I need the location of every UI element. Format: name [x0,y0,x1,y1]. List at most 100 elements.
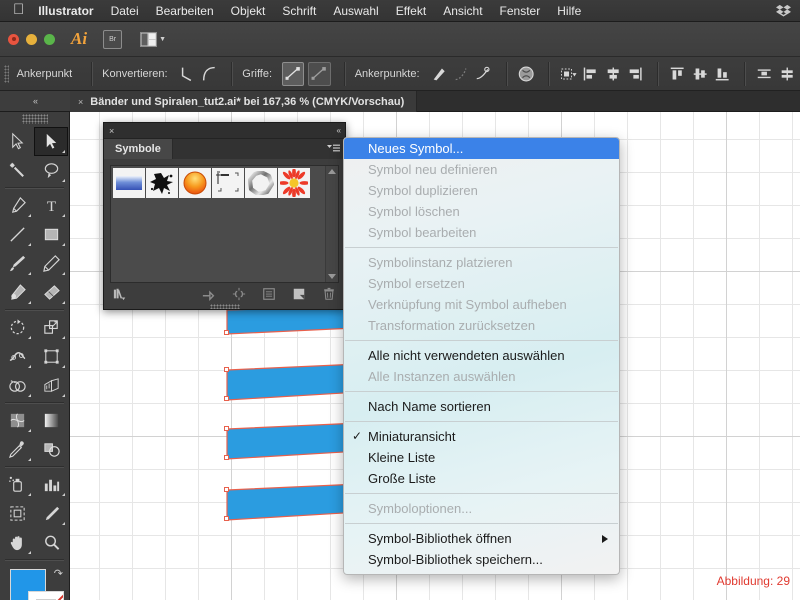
path-anchor-point[interactable] [224,455,229,460]
menu-item-datei[interactable]: Datei [111,4,139,18]
menu-item-nach-name-sortieren[interactable]: Nach Name sortieren [344,396,619,417]
tool-zoom[interactable] [34,528,68,557]
menu-item-fenster[interactable]: Fenster [500,4,541,18]
menu-item-neues-symbol[interactable]: Neues Symbol... [344,138,619,159]
menu-item-hilfe[interactable]: Hilfe [557,4,581,18]
symbol-thumbnail[interactable] [245,168,277,198]
tool-perspective-grid[interactable] [34,371,68,400]
stroke-swatch[interactable] [28,591,64,600]
menu-item-alle-nicht-verwendeten-auswaehlen[interactable]: Alle nicht verwendeten auswählen [344,345,619,366]
convert-to-corner-icon[interactable] [178,64,196,84]
panel-menu-icon[interactable] [327,144,340,154]
cut-path-icon[interactable] [452,64,470,84]
arrange-documents-button[interactable]: ▼ [140,31,166,47]
align-bottom-icon[interactable] [713,64,731,84]
distribute-top-icon[interactable] [755,64,773,84]
menu-item-schrift[interactable]: Schrift [282,4,316,18]
collapse-icon[interactable]: « [337,126,342,135]
menu-item-symbol-bibliothek-speichern[interactable]: Symbol-Bibliothek speichern... [344,549,619,570]
swap-fill-stroke-icon[interactable]: ↷ [54,567,63,580]
close-icon[interactable]: × [78,97,83,107]
symbol-thumbnail[interactable] [113,168,145,198]
dropbox-icon[interactable] [776,3,791,18]
scroll-down-arrow-icon[interactable] [328,274,336,279]
tool-direct-selection[interactable] [34,127,68,156]
align-center-h-icon[interactable] [604,64,622,84]
control-bar-grip[interactable] [4,64,9,83]
symbol-libraries-icon[interactable] [113,287,127,301]
tool-palette-grip[interactable] [21,114,48,124]
scroll-up-arrow-icon[interactable] [328,169,336,174]
symbols-panel-titlebar[interactable]: × « [104,123,345,139]
panel-resize-grip[interactable] [209,304,240,309]
tool-gradient[interactable] [34,406,68,435]
symbols-scrollbar[interactable] [325,166,338,282]
new-symbol-icon[interactable] [292,287,306,301]
place-symbol-instance-icon[interactable] [202,287,216,301]
tool-hand[interactable] [0,528,34,557]
menu-item-effekt[interactable]: Effekt [396,4,426,18]
menu-item-kleine-liste[interactable]: Kleine Liste [344,447,619,468]
tool-line-segment[interactable] [0,220,34,249]
align-left-icon[interactable] [581,64,599,84]
tool-lasso[interactable] [34,156,68,185]
hide-handles-icon[interactable] [308,61,331,86]
tool-eyedropper[interactable] [0,435,34,464]
tab-symbole[interactable]: Symbole [104,139,173,159]
menu-item-symbol-bibliothek-oeffnen[interactable]: Symbol-Bibliothek öffnen [344,528,619,549]
tool-symbol-sprayer[interactable] [0,470,34,499]
menu-item-miniaturansicht[interactable]: ✓ Miniaturansicht [344,426,619,447]
symbol-options-icon[interactable] [262,287,276,301]
menu-item-objekt[interactable]: Objekt [231,4,266,18]
tool-mesh[interactable] [0,406,34,435]
tool-scale[interactable] [34,313,68,342]
bridge-button[interactable]: Br [103,29,123,49]
align-top-icon[interactable] [668,64,686,84]
tool-rotate[interactable] [0,313,34,342]
connect-path-icon[interactable] [474,64,492,84]
path-anchor-point[interactable] [224,487,229,492]
tool-blend[interactable] [34,435,68,464]
minimize-window-button[interactable] [26,33,37,45]
tool-slice[interactable] [34,499,68,528]
menu-item-bearbeiten[interactable]: Bearbeiten [156,4,214,18]
remove-anchor-icon[interactable] [430,64,448,84]
delete-symbol-icon[interactable] [322,287,336,301]
tool-paintbrush[interactable] [0,249,34,278]
tool-pencil[interactable] [34,249,68,278]
menu-item-ansicht[interactable]: Ansicht [443,4,482,18]
symbols-panel-context-menu[interactable]: Neues Symbol... Symbol neu definieren Sy… [343,137,620,575]
apple-logo-icon[interactable]:  [13,2,24,17]
tool-pen[interactable] [0,191,34,220]
symbol-thumbnail[interactable] [179,168,211,198]
tool-selection[interactable] [0,127,34,156]
tool-artboard[interactable] [0,499,34,528]
menu-item-illustrator[interactable]: Illustrator [38,4,93,18]
tool-width[interactable] [0,342,34,371]
show-handles-icon[interactable] [282,61,305,86]
menu-item-auswahl[interactable]: Auswahl [333,4,378,18]
symbols-panel[interactable]: × « Symbole [103,122,346,310]
align-right-icon[interactable] [626,64,644,84]
distribute-center-icon[interactable] [778,64,796,84]
menu-item-grosse-liste[interactable]: Große Liste [344,468,619,489]
symbols-list[interactable] [110,165,339,283]
close-window-button[interactable] [8,33,19,45]
close-icon[interactable]: × [109,126,114,136]
tool-column-graph[interactable] [34,470,68,499]
symbol-thumbnail[interactable] [212,168,244,198]
zoom-window-button[interactable] [44,33,55,45]
path-anchor-point[interactable] [224,367,229,372]
symbol-thumbnail[interactable] [278,168,310,198]
tool-blob-brush[interactable] [0,278,34,307]
symbol-thumbnail[interactable] [146,168,178,198]
panel-collapse-strip[interactable]: « [0,91,70,112]
break-link-icon[interactable] [232,287,246,301]
tool-type[interactable]: T [34,191,68,220]
convert-to-smooth-icon[interactable] [200,64,218,84]
tool-magic-wand[interactable] [0,156,34,185]
path-anchor-point[interactable] [224,396,229,401]
tool-eraser[interactable] [34,278,68,307]
tool-shape-builder[interactable] [0,371,34,400]
document-tab[interactable]: × Bänder und Spiralen_tut2.ai* bei 167,3… [70,91,418,112]
